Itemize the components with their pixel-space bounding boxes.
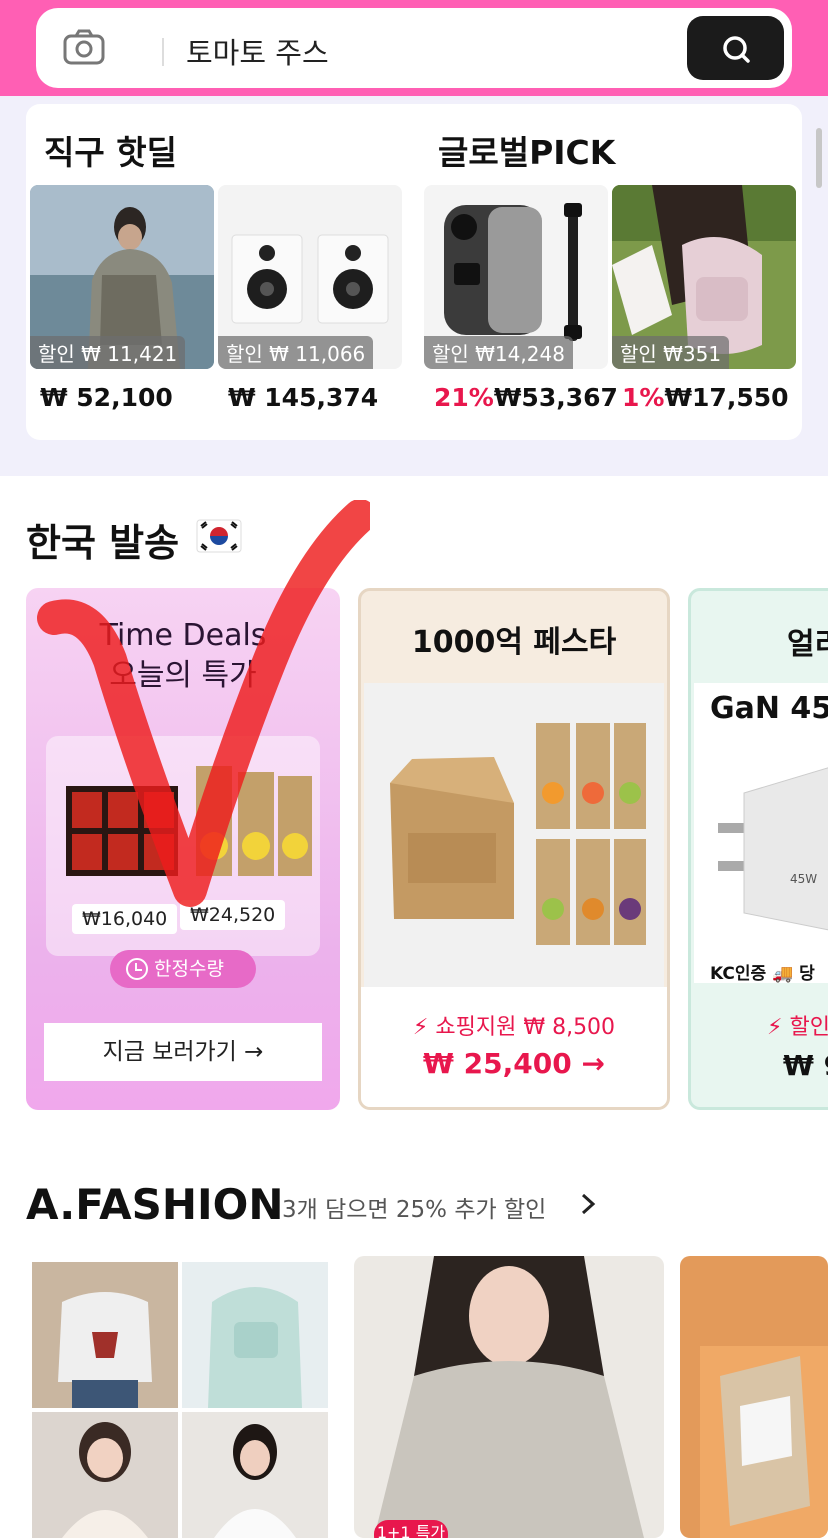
price-value: ₩53,367 [493,383,618,412]
fashion-item-image[interactable] [182,1412,328,1538]
camera-icon[interactable] [62,28,106,66]
fashion-subtitle[interactable]: 3개 담으면 25% 추가 할인 [282,1190,546,1224]
price-value: ₩17,550 [664,383,789,412]
header-bar: 토마토 주스 [0,0,828,96]
chevron-right-icon[interactable] [578,1192,598,1216]
product-image-jacket[interactable]: 할인 ₩ 11,421 [30,185,214,369]
hotdeal-title[interactable]: 직구 핫딜 [44,126,177,174]
product-price: ₩ 52,100 [40,383,173,412]
flash-icon: ⚡ [412,1015,436,1040]
red-checkmark-annotation [37,500,370,907]
product-image-speakers[interactable]: 할인 ₩ 11,066 [218,185,402,369]
gan-product-image: GaN 45 45W KC인증 🚚 당 [694,683,828,984]
clock-icon [126,958,148,980]
svg-text:45W: 45W [790,872,817,886]
promo-badge: 1+1 특가 [374,1520,448,1538]
festa-price: ₩ 25,400 → [423,1047,605,1080]
festa-info: ⚡ 쇼핑지원 ₩ 8,500 ₩ 25,400 → [361,987,667,1107]
discount-badge: 할인 ₩14,248 [424,336,573,369]
limited-label: 한정수량 [154,958,224,980]
search-divider [162,38,164,66]
discount-badge: 할인 ₩351 [612,336,730,369]
product-price: ₩ 145,374 [228,383,379,412]
gan-support: ⚡ 할인 [767,1015,828,1040]
discount-badge: 할인 ₩ 11,066 [218,336,374,369]
search-input[interactable]: 토마토 주스 [186,30,329,72]
globalpick-title[interactable]: 글로벌PICK [438,126,615,174]
festa-title: 1000억 페스타 [411,625,617,660]
kc-cert-label: KC인증 🚚 당 [710,964,815,984]
gan-charger-tile[interactable]: 얼리 GaN 45 45W KC인증 🚚 당 ⚡ 할인 ₩ 9 [688,588,828,1110]
product-image-backpack[interactable]: 할인 ₩351 [612,185,796,369]
limited-badge: 한정수량 [110,950,256,988]
fashion-item-image[interactable] [680,1256,828,1538]
go-now-button[interactable]: 지금 보러가기 → [44,1023,322,1081]
gan-price: ₩ 9 [783,1049,828,1082]
fashion-item-image[interactable] [182,1262,328,1408]
fashion-item-image[interactable] [354,1256,664,1538]
festa-product-image [364,683,664,987]
shopping-support: ⚡ 쇼핑지원 ₩ 8,500 [412,1015,616,1040]
search-button[interactable] [687,16,784,80]
fashion-item-image[interactable] [32,1412,178,1538]
fashion-item-image[interactable] [32,1262,178,1408]
discount-percent: 1% [622,383,665,412]
product-price: 21%₩53,367 [434,383,618,412]
discount-badge: 할인 ₩ 11,421 [30,336,186,369]
scrollbar[interactable] [816,128,822,188]
festa-tile[interactable]: 1000억 페스타 ⚡ 쇼핑지원 ₩ 8,500 ₩ 25,400 → [358,588,670,1110]
gan-product-name: GaN 45 [710,691,828,726]
search-icon [723,36,750,63]
discount-percent: 21% [434,383,494,412]
product-price: 1%₩17,550 [622,383,789,412]
gan-tile-title: 얼리 [787,627,828,662]
search-box[interactable]: 토마토 주스 [36,8,792,88]
product-image-pump[interactable]: 할인 ₩14,248 [424,185,608,369]
flash-icon: ⚡ [767,1015,790,1040]
fashion-section-title: A.FASHION [26,1180,284,1229]
